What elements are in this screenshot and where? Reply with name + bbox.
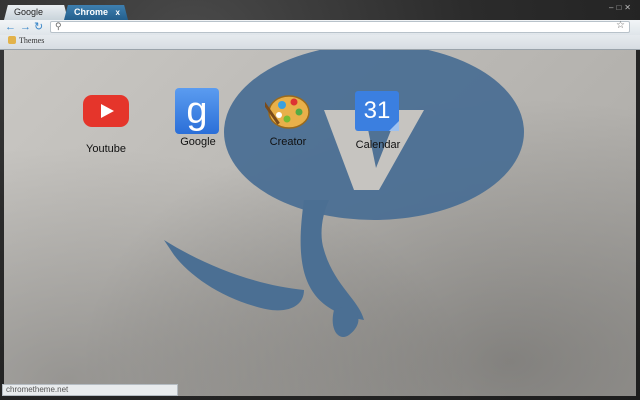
tile-label: Google (180, 136, 216, 148)
forward-arrow-icon[interactable]: → (20, 21, 31, 34)
tile-label: Creator (269, 136, 307, 148)
toolbar: ← → ↻ ⚲ ☆ (0, 20, 640, 35)
status-bar: chrometheme.net (2, 384, 178, 396)
tile-label: Youtube (86, 143, 126, 155)
browser-window: Google Chrome x –□✕ ← → ↻ ⚲ ☆ Themes You… (0, 0, 640, 400)
theme-folder-icon (8, 36, 16, 44)
tile-youtube[interactable]: Youtube (66, 88, 146, 155)
close-window-icon[interactable]: ✕ (624, 3, 634, 12)
close-icon[interactable]: x (116, 5, 120, 20)
palette-icon (261, 88, 311, 134)
tab-label: Google (14, 7, 44, 17)
tab-label: Chrome (74, 7, 109, 17)
omnibox[interactable]: ⚲ ☆ (50, 20, 630, 33)
youtube-icon (83, 95, 129, 141)
tile-label: Calendar (355, 139, 401, 151)
star-icon[interactable]: ☆ (616, 20, 625, 31)
search-icon: ⚲ (55, 21, 62, 31)
tile-creator[interactable]: Creator (248, 88, 328, 148)
back-arrow-icon[interactable]: ← (5, 21, 16, 34)
window-controls: –□✕ (609, 3, 634, 12)
tab-google[interactable]: Google (4, 5, 68, 20)
google-icon: g (175, 88, 221, 134)
reload-icon[interactable]: ↻ (34, 21, 43, 34)
tile-calendar[interactable]: 31 Calendar (338, 88, 418, 151)
tab-chrome[interactable]: Chrome x (64, 5, 128, 20)
tile-google[interactable]: g Google (158, 88, 238, 148)
new-tab-page: Youtube g Google Creator 31 Calendar (4, 50, 636, 396)
calendar-icon: 31 (355, 91, 401, 137)
bookmark-themes[interactable]: Themes (8, 36, 44, 45)
bookmark-label: Themes (19, 36, 45, 45)
tab-strip: Google Chrome x –□✕ (0, 0, 640, 20)
bookmarks-bar: Themes (0, 35, 640, 50)
